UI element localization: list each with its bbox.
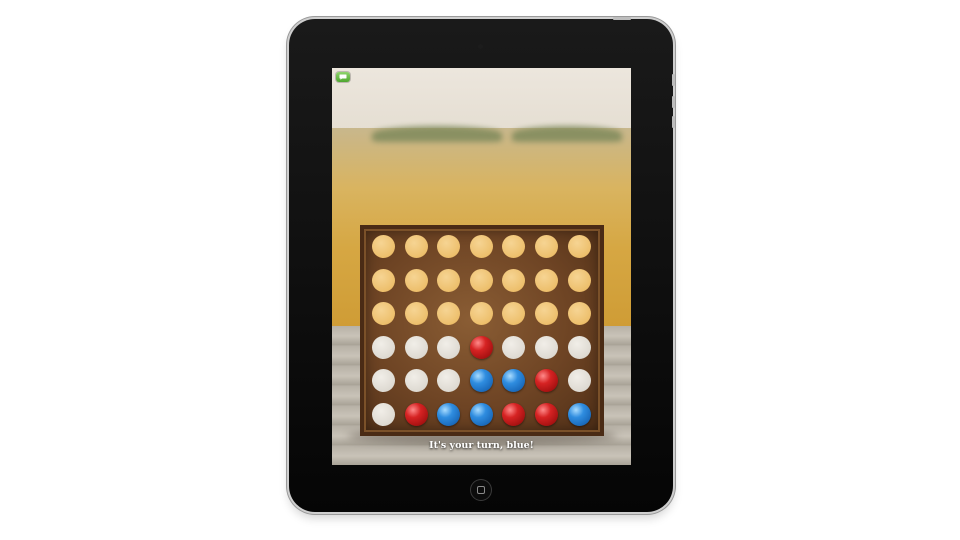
board-slot[interactable] [535,335,558,359]
board-grid [372,235,592,426]
board-slot[interactable] [437,335,461,359]
board-slot[interactable] [372,302,395,326]
board-slot[interactable] [372,235,395,258]
board-slot[interactable] [535,235,558,258]
board-slot[interactable] [404,369,428,393]
tree-line [512,126,622,142]
board-slot[interactable] [404,302,428,326]
board-slot[interactable] [567,268,591,292]
message-button[interactable] [336,72,350,82]
red-disc[interactable] [535,369,558,393]
board-slot[interactable] [372,403,395,426]
tree-line [372,126,502,142]
board-slot[interactable] [535,302,558,326]
board-slot[interactable] [372,335,395,359]
board-slot[interactable] [404,268,428,292]
board-slot[interactable] [437,268,461,292]
board-slot[interactable] [535,268,558,292]
sleep-button [613,17,631,20]
board-slot[interactable] [404,335,428,359]
board-slot[interactable] [567,302,591,326]
board-slot[interactable] [502,335,526,359]
board-slot[interactable] [372,268,395,292]
blue-disc[interactable] [469,369,493,393]
volume-up-button [672,74,675,86]
board-slot[interactable] [469,302,493,326]
connect-four-board[interactable] [360,225,604,436]
blue-disc[interactable] [567,403,591,426]
board-slot[interactable] [437,235,461,258]
volume-down-button [672,96,675,108]
board-slot[interactable] [437,369,461,393]
board-slot[interactable] [372,369,395,393]
mute-switch [672,116,675,128]
board-slot[interactable] [567,335,591,359]
chat-bubble-icon [339,74,347,80]
red-disc[interactable] [469,335,493,359]
red-disc[interactable] [502,403,526,426]
board-slot[interactable] [404,235,428,258]
board-slot[interactable] [502,302,526,326]
blue-disc[interactable] [469,403,493,426]
home-button[interactable] [470,479,492,501]
board-slot[interactable] [469,235,493,258]
front-camera [478,44,483,49]
blue-disc[interactable] [437,403,461,426]
red-disc[interactable] [404,403,428,426]
board-slot[interactable] [437,302,461,326]
turn-status-text: It's your turn, blue! [429,440,534,451]
board-slot[interactable] [469,268,493,292]
home-square-icon [477,486,485,494]
board-slot[interactable] [502,235,526,258]
game-screen: It's your turn, blue! [332,68,631,465]
board-slot[interactable] [502,268,526,292]
board-slot[interactable] [567,235,591,258]
board-slot[interactable] [567,369,591,393]
red-disc[interactable] [535,403,558,426]
blue-disc[interactable] [502,369,526,393]
